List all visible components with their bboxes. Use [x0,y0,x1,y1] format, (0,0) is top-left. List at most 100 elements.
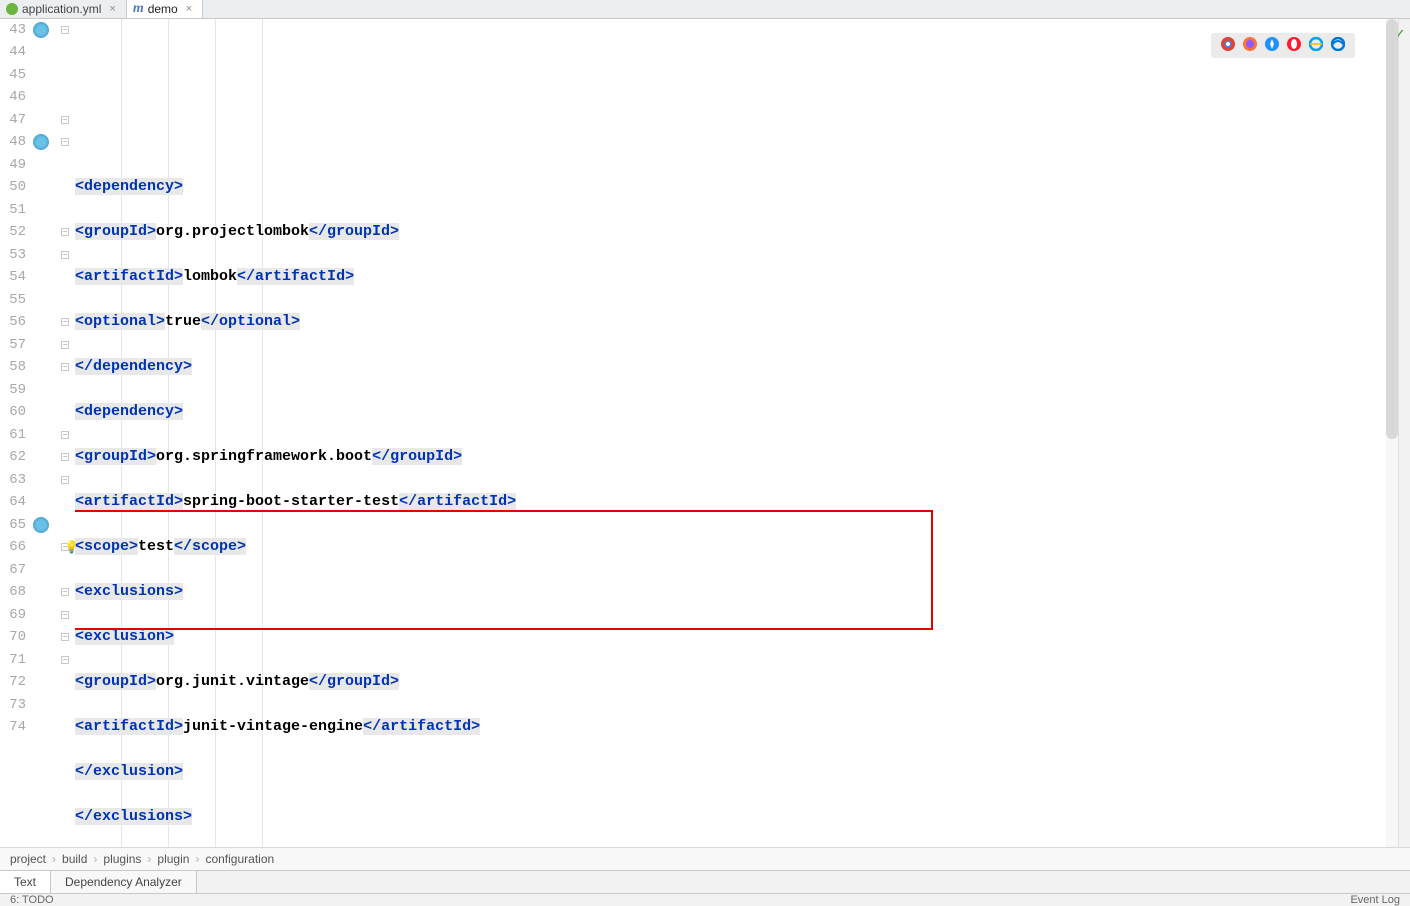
fold-gutter[interactable]: −−−−−−−−−−−−💡−−−− [55,19,75,847]
fold-toggle-icon[interactable]: − [61,341,69,349]
close-icon[interactable]: × [186,3,192,15]
fold-toggle-icon[interactable]: − [61,431,69,439]
line-number[interactable]: 66 [0,536,26,559]
firefox-icon[interactable] [1243,37,1257,54]
fold-toggle-icon[interactable]: − [61,363,69,371]
breadcrumb-item[interactable]: plugins [103,852,141,866]
code-line[interactable]: </exclusions> [75,806,1410,829]
line-number[interactable]: 61 [0,424,26,447]
fold-toggle-icon[interactable]: − [61,633,69,641]
line-number[interactable]: 53 [0,244,26,267]
fold-toggle-icon[interactable]: − [61,453,69,461]
fold-toggle-icon[interactable]: − [61,116,69,124]
code-editor[interactable]: <dependency> <groupId>org.projectlombok</… [75,19,1410,847]
breadcrumb-separator: › [93,852,97,866]
status-right[interactable]: Event Log [1350,894,1400,906]
line-number[interactable]: 45 [0,64,26,87]
line-number[interactable]: 62 [0,446,26,469]
line-number[interactable]: 67 [0,559,26,582]
line-number[interactable]: 60 [0,401,26,424]
chrome-icon[interactable] [1221,37,1235,54]
editor-area[interactable]: 4344454647484950515253545556575859606162… [0,19,1410,847]
fold-toggle-icon[interactable]: − [61,138,69,146]
editor-tab-bar: application.yml × m demo × [0,0,1410,19]
breadcrumb-item[interactable]: configuration [205,852,274,866]
opera-icon[interactable] [1287,37,1301,54]
status-left[interactable]: 6: TODO [10,894,54,906]
line-number[interactable]: 50 [0,176,26,199]
line-number[interactable]: 51 [0,199,26,222]
breadcrumb-item[interactable]: project [10,852,46,866]
fold-toggle-icon[interactable]: − [61,476,69,484]
fold-toggle-icon[interactable]: − [61,588,69,596]
fold-toggle-icon[interactable]: − [61,611,69,619]
scrollbar-thumb[interactable] [1386,19,1398,439]
code-line[interactable]: </exclusion> [75,761,1410,784]
ie-icon[interactable] [1309,37,1323,54]
code-line[interactable]: <dependency> [75,401,1410,424]
run-gutter-icon[interactable] [33,134,49,150]
line-number[interactable]: 69 [0,604,26,627]
line-number[interactable]: 48 [0,131,26,154]
fold-toggle-icon[interactable]: − [61,251,69,259]
line-number[interactable]: 64 [0,491,26,514]
line-number[interactable]: 56 [0,311,26,334]
code-line[interactable]: <exclusion> [75,626,1410,649]
code-line[interactable]: <exclusions> [75,581,1410,604]
tab-demo[interactable]: m demo × [127,0,203,18]
fold-toggle-icon[interactable]: − [61,26,69,34]
breadcrumb-item[interactable]: plugin [157,852,189,866]
tab-application-yml[interactable]: application.yml × [0,0,127,18]
line-number[interactable]: 57 [0,334,26,357]
tab-text[interactable]: Text [0,871,51,893]
line-number[interactable]: 54 [0,266,26,289]
code-line[interactable]: <groupId>org.springframework.boot</group… [75,446,1410,469]
line-number[interactable]: 70 [0,626,26,649]
tab-dependency-analyzer[interactable]: Dependency Analyzer [51,871,197,893]
code-line[interactable]: <groupId>org.projectlombok</groupId> [75,221,1410,244]
run-gutter-icon[interactable] [33,517,49,533]
code-line[interactable]: <optional>true</optional> [75,311,1410,334]
breadcrumb-item[interactable]: build [62,852,87,866]
code-line[interactable]: <artifactId>spring-boot-starter-test</ar… [75,491,1410,514]
code-line[interactable]: <dependency> [75,176,1410,199]
fold-toggle-icon[interactable]: − [61,318,69,326]
line-number[interactable]: 47 [0,109,26,132]
line-number[interactable]: 55 [0,289,26,312]
safari-icon[interactable] [1265,37,1279,54]
line-number[interactable]: 74 [0,716,26,739]
line-number[interactable]: 71 [0,649,26,672]
run-gutter-icon[interactable] [33,22,49,38]
line-number[interactable]: 65 [0,514,26,537]
line-number[interactable]: 59 [0,379,26,402]
line-number[interactable]: 49 [0,154,26,177]
run-gutter[interactable] [35,19,55,847]
open-in-browser-toolbar [1211,33,1355,58]
spring-leaf-icon [6,3,18,15]
selection-highlight [75,559,1386,582]
breadcrumb-separator: › [147,852,151,866]
code-line[interactable]: </dependency> [75,356,1410,379]
line-number[interactable]: 46 [0,86,26,109]
inspection-strip[interactable]: ✓ [1398,19,1410,847]
annotation-red-box [75,510,933,631]
code-line[interactable]: <groupId>org.junit.vintage</groupId> [75,671,1410,694]
line-number[interactable]: 63 [0,469,26,492]
tab-label: application.yml [22,2,101,16]
code-line[interactable]: <scope>test</scope> [75,536,1410,559]
fold-toggle-icon[interactable]: − [61,228,69,236]
line-number[interactable]: 68 [0,581,26,604]
code-line[interactable]: <artifactId>junit-vintage-engine</artifa… [75,716,1410,739]
code-line[interactable]: <artifactId>lombok</artifactId> [75,266,1410,289]
edge-icon[interactable] [1331,37,1345,54]
line-number[interactable]: 72 [0,671,26,694]
fold-toggle-icon[interactable]: − [61,656,69,664]
line-number[interactable]: 52 [0,221,26,244]
line-number[interactable]: 73 [0,694,26,717]
line-number[interactable]: 43 [0,19,26,42]
line-number-gutter[interactable]: 4344454647484950515253545556575859606162… [0,19,35,847]
line-number[interactable]: 44 [0,41,26,64]
breadcrumb-separator: › [52,852,56,866]
line-number[interactable]: 58 [0,356,26,379]
close-icon[interactable]: × [109,3,115,15]
